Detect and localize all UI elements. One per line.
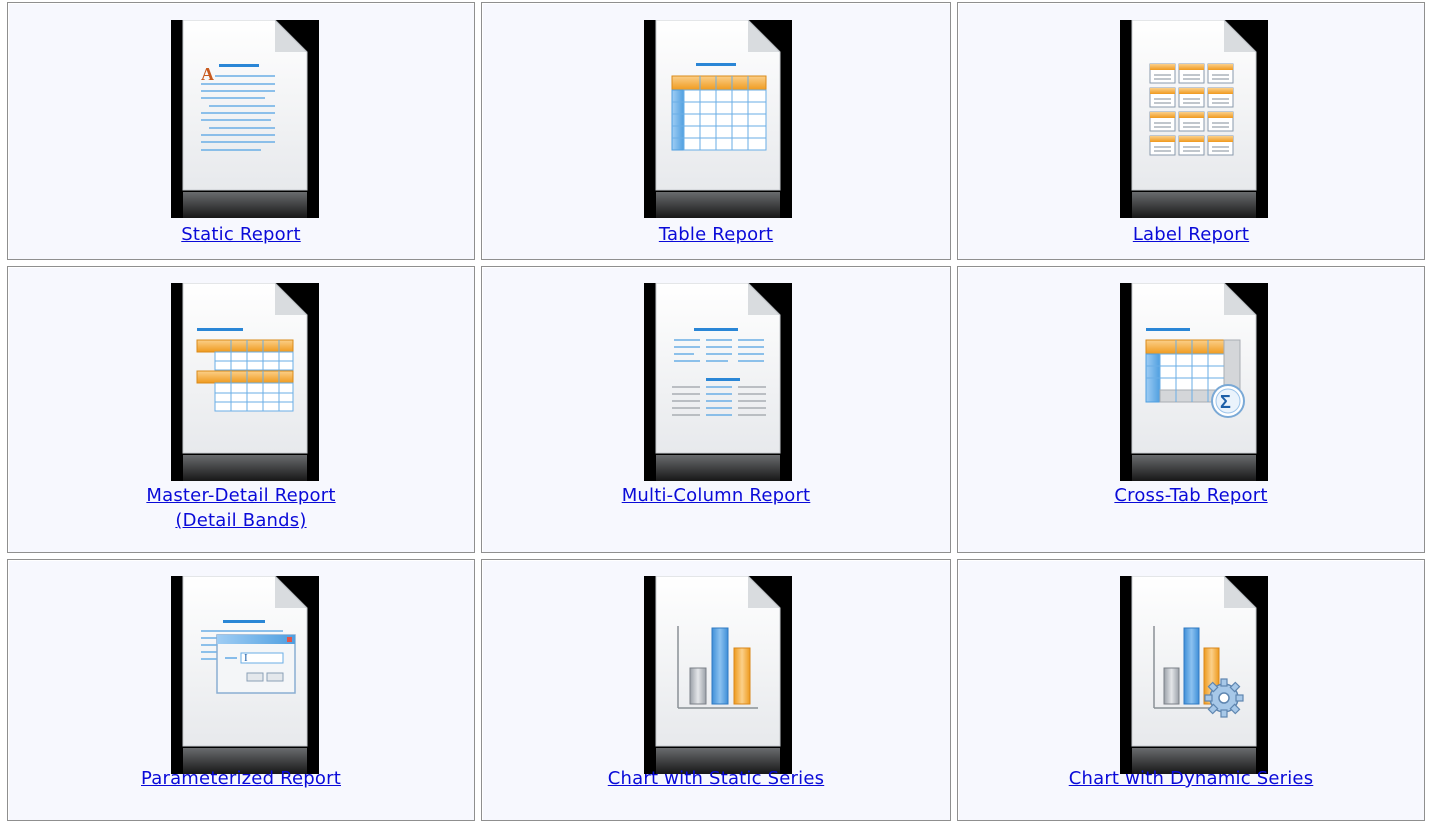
caption-table-report: Table Report	[482, 222, 950, 247]
chart-static-series-link[interactable]: Chart with Static Series	[608, 768, 824, 789]
cross-tab-report-link[interactable]: Cross-Tab Report	[1114, 485, 1267, 506]
gallery-cell-table-report[interactable]: Table Report	[481, 2, 951, 260]
gallery-cell-parameterized-report[interactable]: I Parameterized Report	[7, 559, 475, 821]
static-report-link[interactable]: Static Report	[181, 224, 300, 245]
gallery-cell-chart-dynamic-series[interactable]: Chart with Dynamic Series	[957, 559, 1425, 821]
label-card-glyph	[1178, 87, 1205, 108]
caption-static-report: Static Report	[8, 222, 474, 247]
chart-dynamic-series-icon[interactable]	[1120, 576, 1268, 774]
caption-cross-tab-report: Cross-Tab Report	[958, 483, 1424, 508]
gallery-cell-label-report[interactable]: Label Report	[957, 2, 1425, 260]
label-card-glyph	[1149, 63, 1176, 84]
label-card-glyph	[1149, 87, 1176, 108]
static-report-icon[interactable]: A	[171, 20, 319, 218]
table-report-link[interactable]: Table Report	[659, 224, 773, 245]
label-card-glyph	[1149, 135, 1176, 156]
chart-dynamic-series-link[interactable]: Chart with Dynamic Series	[1069, 768, 1314, 789]
label-card-glyph	[1207, 135, 1234, 156]
caption-chart-dynamic-series: Chart with Dynamic Series	[958, 766, 1424, 791]
caption-chart-static-series: Chart with Static Series	[482, 766, 950, 791]
label-card-glyph	[1207, 111, 1234, 132]
caption-line-2: (Detail Bands)	[175, 510, 307, 531]
gallery-cell-cross-tab-report[interactable]: Σ Cross-Tab Report	[957, 266, 1425, 553]
label-card-glyph	[1149, 111, 1176, 132]
parameterized-report-icon[interactable]: I	[171, 576, 319, 774]
parameterized-report-link[interactable]: Parameterized Report	[141, 768, 341, 789]
svg-text:I: I	[244, 652, 248, 664]
label-card-glyph	[1207, 63, 1234, 84]
label-card-glyph	[1178, 111, 1205, 132]
caption-parameterized-report: Parameterized Report	[8, 766, 474, 791]
caption-label-report: Label Report	[958, 222, 1424, 247]
table-report-icon[interactable]	[644, 20, 792, 218]
master-detail-report-link[interactable]: Master-Detail Report (Detail Bands)	[146, 485, 335, 531]
cross-tab-report-icon[interactable]: Σ	[1120, 283, 1268, 481]
report-template-gallery: A Static Report Table Report Label Repor…	[0, 0, 1432, 821]
label-report-icon[interactable]	[1120, 20, 1268, 218]
caption-master-detail-report: Master-Detail Report (Detail Bands)	[8, 483, 474, 533]
caption-multi-column-report: Multi-Column Report	[482, 483, 950, 508]
multi-column-report-icon[interactable]	[644, 283, 792, 481]
master-detail-report-icon[interactable]	[171, 283, 319, 481]
gallery-cell-static-report[interactable]: A Static Report	[7, 2, 475, 260]
gallery-cell-chart-static-series[interactable]: Chart with Static Series	[481, 559, 951, 821]
caption-line-1: Master-Detail Report	[146, 485, 336, 506]
label-card-glyph	[1178, 135, 1205, 156]
label-report-link[interactable]: Label Report	[1133, 224, 1249, 245]
label-card-glyph	[1178, 63, 1205, 84]
label-card-glyph	[1207, 87, 1234, 108]
chart-static-series-icon[interactable]	[644, 576, 792, 774]
gallery-cell-master-detail-report[interactable]: Master-Detail Report (Detail Bands)	[7, 266, 475, 553]
gallery-cell-multi-column-report[interactable]: Multi-Column Report	[481, 266, 951, 553]
multi-column-report-link[interactable]: Multi-Column Report	[622, 485, 811, 506]
svg-text:A: A	[201, 64, 214, 84]
svg-text:Σ: Σ	[1220, 392, 1231, 412]
